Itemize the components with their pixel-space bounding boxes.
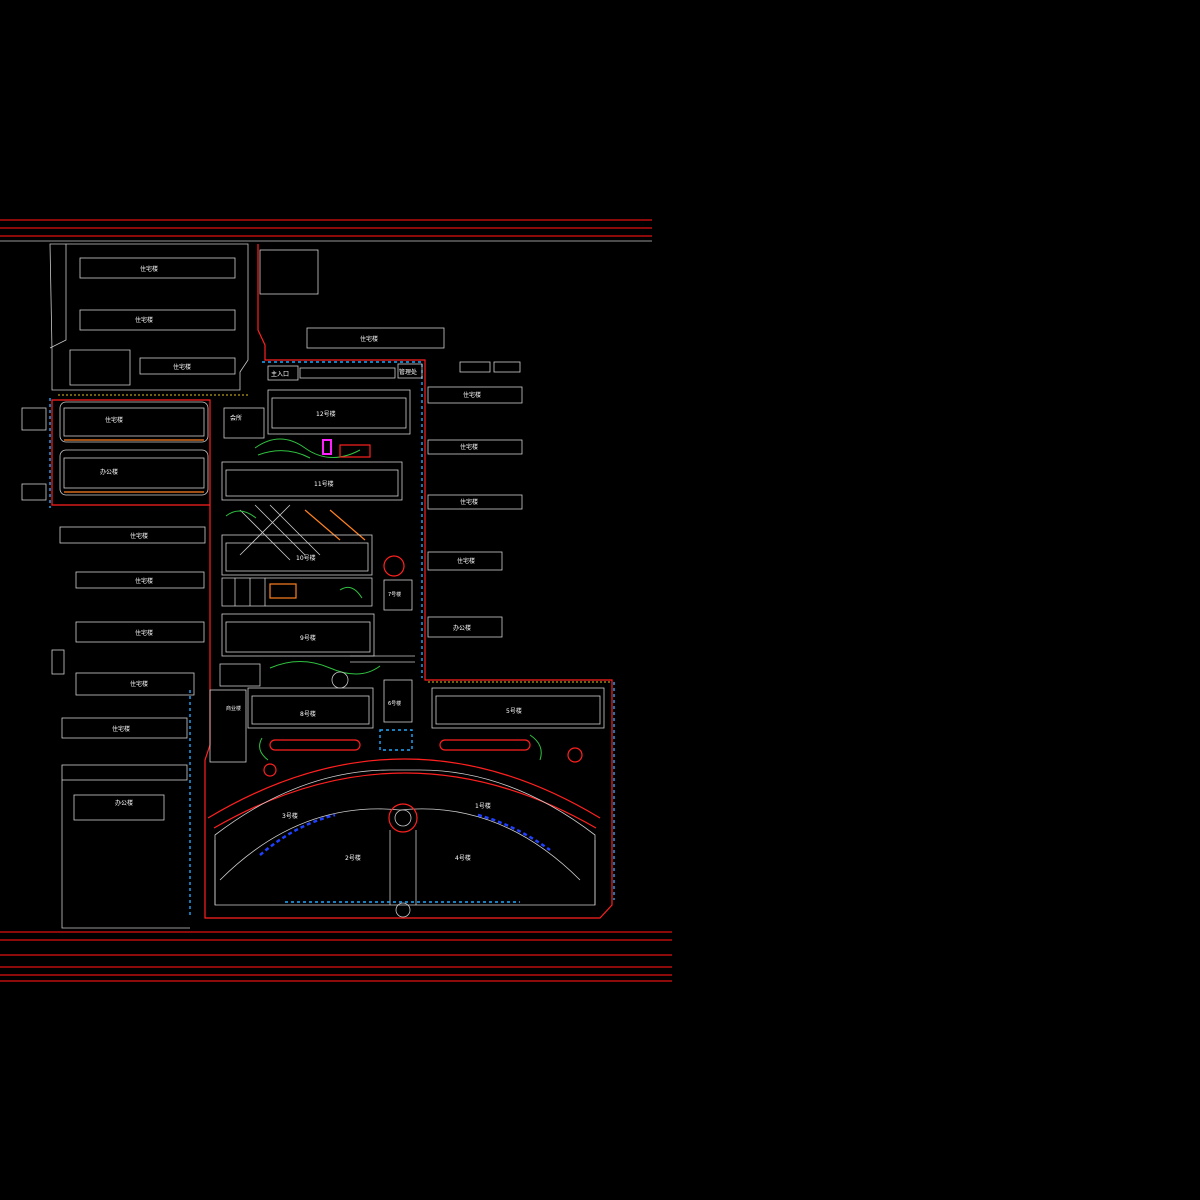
garden-8 <box>219 661 381 689</box>
west-pair <box>59 401 209 496</box>
svg-text:办公楼: 办公楼 <box>453 624 471 632</box>
svg-text:5号楼: 5号楼 <box>506 707 522 715</box>
building-5: 5号楼 <box>431 687 605 763</box>
site-plan-drawing: 住宅楼 住宅楼 住宅楼 住宅楼 主入口 管理处 12号楼 会所 11号楼 10号… <box>0 219 672 982</box>
small-buildings-east: 7号楼 6号楼 <box>350 555 415 751</box>
svg-text:住宅楼: 住宅楼 <box>460 498 478 506</box>
svg-text:住宅楼: 住宅楼 <box>135 577 153 585</box>
north-entrance-label: 主入口 <box>271 370 289 378</box>
svg-text:12号楼: 12号楼 <box>316 410 336 418</box>
svg-text:6号楼: 6号楼 <box>388 700 401 707</box>
north-entrance-strip: 主入口 管理处 <box>267 363 423 381</box>
svg-text:住宅楼: 住宅楼 <box>130 680 148 688</box>
landscape-4 <box>259 737 361 777</box>
svg-text:住宅楼: 住宅楼 <box>135 629 153 637</box>
north-road <box>0 219 652 242</box>
building-12: 12号楼 <box>267 389 411 435</box>
svg-text:住宅楼: 住宅楼 <box>105 416 123 424</box>
nw-label-c: 住宅楼 <box>173 363 191 371</box>
building-8: 8号楼 <box>247 687 374 729</box>
svg-text:住宅楼: 住宅楼 <box>460 443 478 451</box>
west-pair-labels: 住宅楼 办公楼 <box>100 416 123 476</box>
east-neighbors: 住宅楼 住宅楼 住宅楼 住宅楼 办公楼 <box>427 386 523 638</box>
svg-text:办公楼: 办公楼 <box>115 799 133 807</box>
plaza-9 <box>221 577 373 607</box>
svg-text:办公楼: 办公楼 <box>100 468 118 476</box>
west-neighbors: 住宅楼 住宅楼 住宅楼 住宅楼 住宅楼 办公楼 商业楼 <box>21 407 247 929</box>
nw-label-b: 住宅楼 <box>135 316 153 324</box>
svg-text:住宅楼: 住宅楼 <box>112 725 130 733</box>
crescent-complex: 3号楼 1号楼 2号楼 4号楼 <box>207 758 601 918</box>
south-road <box>0 931 672 982</box>
svg-text:会所: 会所 <box>230 414 242 422</box>
garden-11 <box>254 438 371 459</box>
svg-text:8号楼: 8号楼 <box>300 710 316 718</box>
plaza-grid-10 <box>225 504 366 561</box>
svg-text:住宅楼: 住宅楼 <box>457 557 475 565</box>
svg-text:7号楼: 7号楼 <box>388 591 401 598</box>
svg-text:2号楼: 2号楼 <box>345 854 361 862</box>
nw-label-a: 住宅楼 <box>140 265 158 273</box>
building-11: 11号楼 <box>221 461 403 501</box>
northwest-block: 住宅楼 住宅楼 住宅楼 <box>49 243 249 391</box>
svg-text:住宅楼: 住宅楼 <box>463 391 481 399</box>
svg-text:10号楼: 10号楼 <box>296 554 316 562</box>
clubhouse: 会所 <box>223 407 265 439</box>
north-gate-label: 管理处 <box>399 368 417 376</box>
svg-text:11号楼: 11号楼 <box>314 480 334 488</box>
svg-text:商业楼: 商业楼 <box>226 705 241 712</box>
svg-text:4号楼: 4号楼 <box>455 854 471 862</box>
svg-text:1号楼: 1号楼 <box>475 802 491 810</box>
svg-text:9号楼: 9号楼 <box>300 634 316 642</box>
building-9: 9号楼 <box>221 613 375 657</box>
building-10: 10号楼 <box>221 534 373 576</box>
north-neighbors: 住宅楼 <box>259 249 521 373</box>
n-block-label: 住宅楼 <box>360 335 378 343</box>
svg-text:3号楼: 3号楼 <box>282 812 298 820</box>
svg-text:住宅楼: 住宅楼 <box>130 532 148 540</box>
